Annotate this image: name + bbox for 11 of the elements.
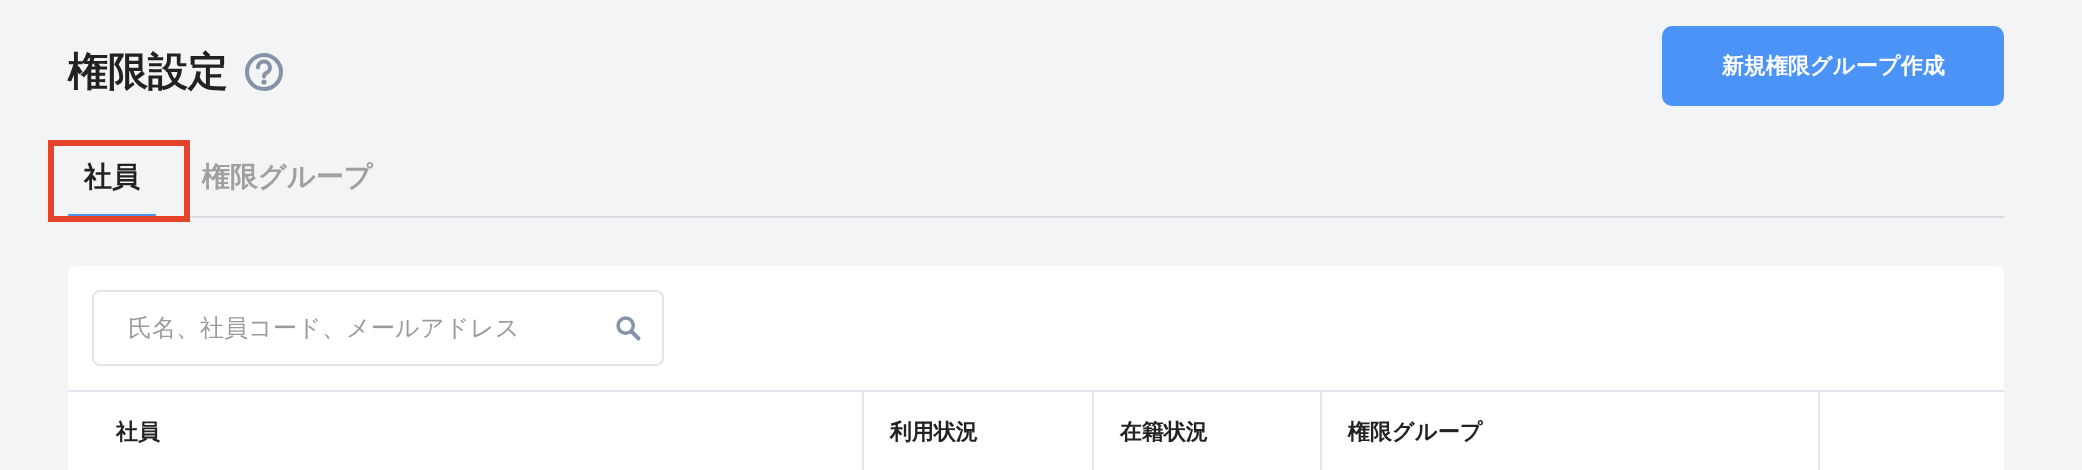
page-title: 権限設定 <box>68 47 228 96</box>
tab[interactable]: 社員 <box>68 158 156 219</box>
column-header: 権限グループ <box>1348 418 1483 446</box>
column-header: 利用状況 <box>890 418 978 446</box>
column-header: 社員 <box>116 418 160 446</box>
create-group-button[interactable]: 新規権限グループ作成 <box>1662 26 2004 106</box>
search-icon[interactable] <box>614 314 642 342</box>
help-icon[interactable] <box>244 51 284 92</box>
search-field[interactable]: 氏名、社員コード、メールアドレス <box>92 290 664 366</box>
column-header: 在籍状況 <box>1120 418 1208 446</box>
tab[interactable]: 権限グループ <box>186 158 389 219</box>
